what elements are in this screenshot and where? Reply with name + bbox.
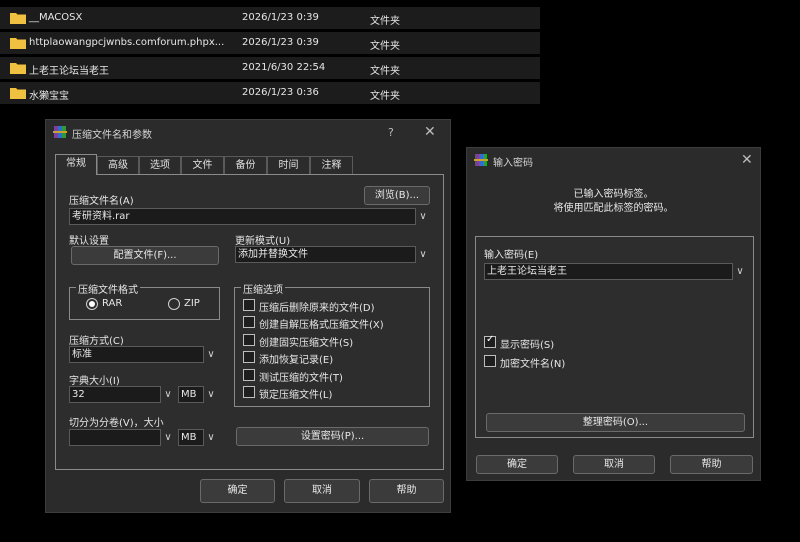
- update-mode-select[interactable]: 添加并替换文件: [235, 246, 416, 263]
- general-panel: 压缩文件名(A) 浏览(B)... 考研资料.rar ∨ 默认设置 配置文件(F…: [55, 174, 444, 470]
- encrypt-names-label: 加密文件名(N): [500, 359, 566, 370]
- option-label: 添加恢复记录(E): [259, 355, 334, 366]
- option-checkbox[interactable]: [243, 334, 255, 346]
- dict-unit-select[interactable]: MB: [178, 386, 204, 403]
- folder-icon: [10, 13, 26, 24]
- option-label: 测试压缩的文件(T): [259, 373, 343, 384]
- title-bar: 压缩文件名和参数 ? ✕: [46, 120, 450, 146]
- zip-label: ZIP: [184, 298, 200, 309]
- split-unit-select[interactable]: MB: [178, 429, 204, 446]
- method-select[interactable]: 标准: [69, 346, 204, 363]
- file-date: 2026/1/23 0:39: [242, 12, 319, 23]
- option-checkbox[interactable]: [243, 351, 255, 363]
- file-row[interactable]: 上老王论坛当老王 2021/6/30 22:54 文件夹: [0, 57, 540, 79]
- tab-time[interactable]: 时间: [267, 156, 310, 174]
- option-checkbox[interactable]: [243, 369, 255, 381]
- file-type: 文件夹: [370, 16, 400, 27]
- tab-advanced[interactable]: 高级: [97, 156, 139, 174]
- password-panel: 输入密码(E) 上老王论坛当老王 ∨ 显示密码(S) 加密文件名(N) 整理密码…: [475, 236, 754, 438]
- file-date: 2026/1/23 0:36: [242, 87, 319, 98]
- winrar-icon: [474, 154, 488, 166]
- rar-label: RAR: [102, 298, 123, 309]
- info-line-1: 已输入密码标签。: [573, 189, 654, 200]
- tab-backup[interactable]: 备份: [224, 156, 267, 174]
- file-type: 文件夹: [370, 41, 400, 52]
- help-icon[interactable]: ?: [388, 126, 394, 140]
- file-row[interactable]: httplaowangpcjwnbs.comforum.phpx... 2026…: [0, 32, 540, 54]
- option-label: 锁定压缩文件(L): [259, 390, 333, 401]
- split-size-input[interactable]: [69, 429, 161, 446]
- archive-name-label: 压缩文件名(A): [69, 196, 134, 207]
- help-button[interactable]: 帮助: [670, 455, 753, 474]
- dict-size-label: 字典大小(I): [69, 376, 120, 387]
- option-label: 创建自解压格式压缩文件(X): [259, 320, 384, 331]
- folder-icon: [10, 63, 26, 74]
- update-mode-label: 更新模式(U): [235, 236, 291, 247]
- format-group-label: 压缩文件格式: [76, 281, 140, 296]
- option-label: 创建固实压缩文件(S): [259, 338, 354, 349]
- chevron-down-icon[interactable]: ∨: [416, 208, 430, 225]
- info-line-2: 将使用匹配此标签的密码。: [553, 203, 674, 214]
- ok-button[interactable]: 确定: [200, 479, 275, 503]
- close-icon[interactable]: ✕: [424, 125, 436, 139]
- show-password-label: 显示密码(S): [500, 340, 555, 351]
- chevron-down-icon[interactable]: ∨: [161, 429, 175, 446]
- close-icon[interactable]: ✕: [741, 153, 753, 167]
- password-dialog: 输入密码 ✕ 已输入密码标签。 将使用匹配此标签的密码。 输入密码(E) 上老王…: [466, 147, 761, 481]
- dialog-title: 输入密码: [493, 158, 533, 169]
- tab-options[interactable]: 选项: [139, 156, 181, 174]
- option-checkbox[interactable]: [243, 316, 255, 328]
- ok-button[interactable]: 确定: [476, 455, 558, 474]
- chevron-down-icon[interactable]: ∨: [204, 386, 218, 403]
- file-name: 上老王论坛当老王: [29, 66, 109, 77]
- options-group-label: 压缩选项: [241, 281, 285, 296]
- file-date: 2026/1/23 0:39: [242, 37, 319, 48]
- folder-icon: [10, 38, 26, 49]
- file-type: 文件夹: [370, 66, 400, 77]
- help-button[interactable]: 帮助: [369, 479, 444, 503]
- set-password-button[interactable]: 设置密码(P)...: [236, 427, 429, 446]
- enter-password-label: 输入密码(E): [484, 250, 539, 261]
- archive-dialog: 压缩文件名和参数 ? ✕ 常规 高级 选项 文件 备份 时间 注释 压缩文件名(…: [45, 119, 451, 513]
- chevron-down-icon[interactable]: ∨: [204, 346, 218, 363]
- default-settings-label: 默认设置: [69, 236, 109, 247]
- option-checkbox[interactable]: [243, 386, 255, 398]
- chevron-down-icon[interactable]: ∨: [161, 386, 175, 403]
- file-row[interactable]: __MACOSX 2026/1/23 0:39 文件夹: [0, 7, 540, 29]
- file-name: httplaowangpcjwnbs.comforum.phpx...: [29, 37, 225, 48]
- password-input[interactable]: 上老王论坛当老王: [484, 263, 733, 280]
- option-label: 压缩后删除原来的文件(D): [259, 303, 375, 314]
- cancel-button[interactable]: 取消: [284, 479, 360, 503]
- chevron-down-icon[interactable]: ∨: [416, 246, 430, 263]
- title-bar: 输入密码 ✕: [467, 148, 760, 174]
- file-date: 2021/6/30 22:54: [242, 62, 326, 73]
- dict-size-select[interactable]: 32: [69, 386, 161, 403]
- dialog-title: 压缩文件名和参数: [72, 130, 152, 141]
- show-password-checkbox[interactable]: [484, 334, 496, 348]
- organize-passwords-button[interactable]: 整理密码(O)...: [486, 413, 745, 432]
- folder-icon: [10, 88, 26, 99]
- chevron-down-icon[interactable]: ∨: [204, 429, 218, 446]
- winrar-icon: [53, 126, 67, 138]
- split-label: 切分为分卷(V)，大小: [69, 418, 164, 429]
- chevron-down-icon[interactable]: ∨: [733, 263, 747, 280]
- file-name: 水獭宝宝: [29, 91, 69, 102]
- format-group: 压缩文件格式 RAR ZIP: [69, 281, 220, 320]
- cancel-button[interactable]: 取消: [573, 455, 655, 474]
- file-name: __MACOSX: [29, 12, 83, 23]
- browse-button[interactable]: 浏览(B)...: [364, 186, 430, 205]
- method-label: 压缩方式(C): [69, 336, 124, 347]
- encrypt-names-checkbox[interactable]: [484, 355, 496, 367]
- file-row[interactable]: 水獭宝宝 2026/1/23 0:36 文件夹: [0, 82, 540, 104]
- tab-files[interactable]: 文件: [181, 156, 224, 174]
- zip-radio[interactable]: [168, 298, 180, 310]
- archive-name-input[interactable]: 考研资料.rar: [69, 208, 416, 225]
- profiles-button[interactable]: 配置文件(F)...: [71, 246, 219, 265]
- tab-general[interactable]: 常规: [55, 154, 97, 175]
- option-checkbox[interactable]: [243, 299, 255, 311]
- file-type: 文件夹: [370, 91, 400, 102]
- tab-comment[interactable]: 注释: [310, 156, 353, 174]
- options-group: 压缩选项 压缩后删除原来的文件(D) 创建自解压格式压缩文件(X) 创建固实压缩…: [234, 281, 430, 407]
- rar-radio[interactable]: [86, 298, 98, 310]
